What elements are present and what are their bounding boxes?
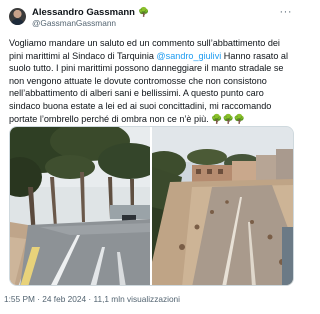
tweet-meta: 1:55 PM · 24 feb 2024 · 11,1 mln visuali… (4, 294, 181, 304)
photo-street-with-felled-trees[interactable] (152, 127, 293, 285)
mention-link[interactable]: @sandro_giulivi (156, 51, 221, 61)
deciduous-tree-icon: 🌳 (137, 6, 150, 17)
tweet-header: Alessandro Gassmann 🌳 @GassmanGassmann ·… (0, 0, 300, 34)
media-gallery (9, 126, 294, 286)
author-display-name[interactable]: Alessandro Gassmann (32, 7, 135, 18)
author-avatar[interactable] (9, 8, 26, 25)
photo-street-with-pine-trees[interactable] (10, 127, 150, 285)
more-options-icon[interactable]: ··· (280, 7, 293, 18)
author-name-line: Alessandro Gassmann 🌳 (32, 6, 149, 18)
tree-emoji: 🌳🌳🌳 (211, 113, 246, 124)
tweet-text: Vogliamo mandare un saluto ed un comment… (9, 37, 294, 125)
author-handle[interactable]: @GassmanGassmann (32, 18, 116, 28)
tweet-text-part-2: Hanno rasato al suolo tutto. I pini mari… (9, 50, 288, 124)
